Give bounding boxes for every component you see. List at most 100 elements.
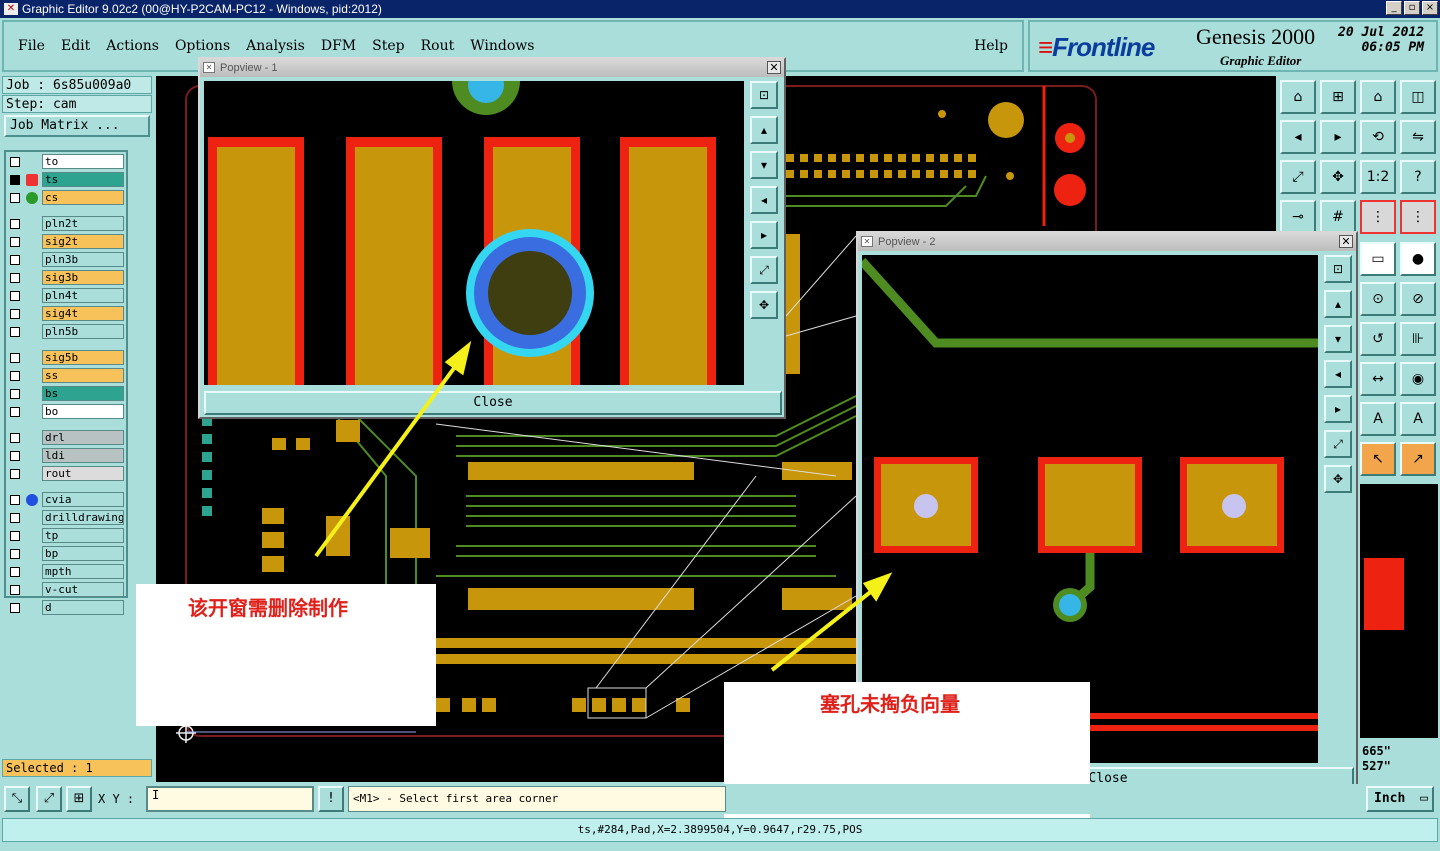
layer-checkbox[interactable] (10, 531, 20, 541)
menu-file[interactable]: File (18, 38, 45, 54)
layer-row-mpth[interactable]: mpth (6, 564, 126, 580)
layer-checkbox[interactable] (10, 309, 20, 319)
help-icon[interactable]: ? (1400, 160, 1436, 194)
layer-checkbox[interactable] (10, 549, 20, 559)
menu-options[interactable]: Options (175, 38, 230, 54)
layer-row-bs[interactable]: bs (6, 386, 126, 402)
text-edit-icon[interactable]: A (1400, 402, 1436, 436)
arc-icon[interactable]: ↺ (1360, 322, 1396, 356)
layer-row-bp[interactable]: bp (6, 546, 126, 562)
layer-row-d[interactable]: d (6, 600, 126, 616)
menu-windows[interactable]: Windows (470, 38, 534, 54)
popview-up-icon[interactable]: ▴ (1324, 290, 1352, 318)
text-icon[interactable]: A (1360, 402, 1396, 436)
layer-row-pln5b[interactable]: pln5b (6, 324, 126, 340)
pan-left-icon[interactable]: ◂ (1280, 120, 1316, 154)
exclamation-button[interactable]: ! (318, 786, 344, 812)
route-icon[interactable]: ↗ (1400, 442, 1436, 476)
menu-step[interactable]: Step (372, 38, 404, 54)
layer-checkbox[interactable] (10, 193, 20, 203)
layer-checkbox[interactable] (10, 157, 20, 167)
popview-zoom-icon[interactable]: ⊡ (1324, 255, 1352, 283)
layer-row-rout[interactable]: rout (6, 466, 126, 482)
dimension-icon[interactable]: ↔ (1360, 362, 1396, 396)
pad-icon[interactable]: ● (1400, 242, 1436, 276)
layer-row-tp[interactable]: tp (6, 528, 126, 544)
layer-checkbox[interactable] (10, 255, 20, 265)
popview-right-icon[interactable]: ▸ (1324, 395, 1352, 423)
layer-row-sig3b[interactable]: sig3b (6, 270, 126, 286)
grid-icon[interactable]: # (1320, 200, 1356, 234)
layer-checkbox[interactable] (10, 433, 20, 443)
grid-mode-icon[interactable]: ⊞ (66, 786, 92, 812)
minimize-button[interactable]: _ (1386, 1, 1402, 15)
popview-1-canvas[interactable] (204, 81, 744, 385)
layer-checkbox[interactable] (10, 567, 20, 577)
layer-row-drl[interactable]: drl (6, 430, 126, 446)
close-button[interactable]: × (1422, 1, 1438, 15)
layer-checkbox[interactable] (10, 175, 20, 185)
menu-edit[interactable]: Edit (61, 38, 90, 54)
layer-checkbox[interactable] (10, 513, 20, 523)
layer-row-drilldrawing[interactable]: drilldrawing (6, 510, 126, 526)
layer-row-pln3b[interactable]: pln3b (6, 252, 126, 268)
layer-checkbox[interactable] (10, 389, 20, 399)
popview-2-close-icon[interactable]: ✕ (1339, 235, 1353, 248)
edit-mode-icon[interactable]: ⤢ (36, 786, 62, 812)
snap-icon[interactable]: ⊙ (1360, 282, 1396, 316)
popview-fit-icon[interactable]: ⤢ (1324, 430, 1352, 458)
layer-row-v-cut[interactable]: v-cut (6, 582, 126, 598)
layer-checkbox[interactable] (10, 451, 20, 461)
zoom-home-icon[interactable]: ⌂ (1280, 80, 1316, 114)
layer-row-sig2t[interactable]: sig2t (6, 234, 126, 250)
shape-icon[interactable]: ◉ (1400, 362, 1436, 396)
popview-down-icon[interactable]: ▾ (750, 151, 778, 179)
feature-icon[interactable]: ⊪ (1400, 322, 1436, 356)
layer-row-to[interactable]: to (6, 154, 126, 170)
layer-row-cvia[interactable]: cvia (6, 492, 126, 508)
popview-left-icon[interactable]: ◂ (1324, 360, 1352, 388)
snap-line-icon[interactable]: ⊘ (1400, 282, 1436, 316)
pan-right-icon[interactable]: ▸ (1320, 120, 1356, 154)
layer-row-sig4t[interactable]: sig4t (6, 306, 126, 322)
popview-fit-icon[interactable]: ⤢ (750, 256, 778, 284)
layer-checkbox[interactable] (10, 371, 20, 381)
layer-row-ts[interactable]: ts (6, 172, 126, 188)
menu-actions[interactable]: Actions (106, 38, 159, 54)
select-mode-icon[interactable]: ⤡ (4, 786, 30, 812)
split-view-icon[interactable]: ◫ (1400, 80, 1436, 114)
layer-row-cs[interactable]: cs (6, 190, 126, 206)
popview-up-icon[interactable]: ▴ (750, 116, 778, 144)
layer-checkbox[interactable] (10, 495, 20, 505)
zoom-fit-icon[interactable]: ⤢ (1280, 160, 1316, 194)
layer-row-pln2t[interactable]: pln2t (6, 216, 126, 232)
popview-right-icon[interactable]: ▸ (750, 221, 778, 249)
layer-checkbox[interactable] (10, 353, 20, 363)
measure-icon[interactable]: ⊸ (1280, 200, 1316, 234)
popview-1-close-icon[interactable]: ✕ (767, 61, 781, 74)
swap-icon[interactable]: ⇋ (1400, 120, 1436, 154)
layer-checkbox[interactable] (10, 469, 20, 479)
menu-analysis[interactable]: Analysis (246, 38, 305, 54)
maximize-button[interactable]: ▫ (1404, 1, 1420, 15)
layer-row-bo[interactable]: bo (6, 404, 126, 420)
layer-checkbox[interactable] (10, 327, 20, 337)
layer-checkbox[interactable] (10, 585, 20, 595)
ratio-icon[interactable]: 1:2 (1360, 160, 1396, 194)
home-view-icon[interactable]: ⌂ (1360, 80, 1396, 114)
popview-1-close-button[interactable]: Close (204, 391, 782, 415)
layer-checkbox[interactable] (10, 219, 20, 229)
menu-rout[interactable]: Rout (421, 38, 455, 54)
net-select-icon[interactable]: ⋮ (1400, 200, 1436, 234)
layer-checkbox[interactable] (10, 603, 20, 613)
layer-checkbox[interactable] (10, 291, 20, 301)
menu-help[interactable]: Help (974, 38, 1008, 54)
redraw-icon[interactable]: ⟲ (1360, 120, 1396, 154)
layer-row-ldi[interactable]: ldi (6, 448, 126, 464)
popview-down-icon[interactable]: ▾ (1324, 325, 1352, 353)
popview-zoom-icon[interactable]: ⊡ (750, 81, 778, 109)
zoom-center-icon[interactable]: ✥ (1320, 160, 1356, 194)
zoom-in-icon[interactable]: ⊞ (1320, 80, 1356, 114)
unit-selector[interactable]: Inch ▭ (1366, 786, 1434, 812)
menu-dfm[interactable]: DFM (321, 38, 356, 54)
